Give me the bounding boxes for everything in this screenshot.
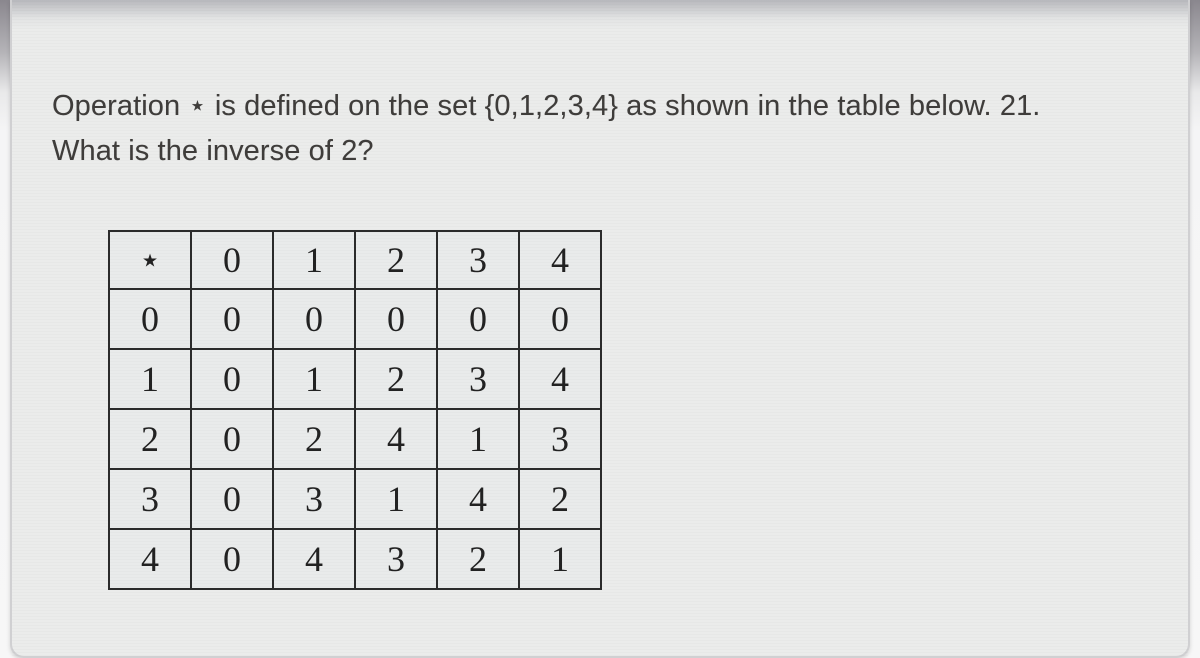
cell: 3 <box>355 529 437 589</box>
cell: 0 <box>273 289 355 349</box>
col-header: 0 <box>191 231 273 289</box>
row-header: 1 <box>109 349 191 409</box>
row-header: 4 <box>109 529 191 589</box>
table-header-row: ⋆ 0 1 2 3 4 <box>109 231 601 289</box>
table-row: 1 0 1 2 3 4 <box>109 349 601 409</box>
operation-symbol-cell: ⋆ <box>109 231 191 289</box>
row-header: 0 <box>109 289 191 349</box>
col-header: 4 <box>519 231 601 289</box>
table-row: 4 0 4 3 2 1 <box>109 529 601 589</box>
table-row: 0 0 0 0 0 0 <box>109 289 601 349</box>
cell: 4 <box>519 349 601 409</box>
cell: 4 <box>273 529 355 589</box>
cell: 0 <box>191 349 273 409</box>
cell: 1 <box>273 349 355 409</box>
cell: 0 <box>519 289 601 349</box>
question-line-2: What is the inverse of 2? <box>52 135 374 167</box>
cell: 0 <box>191 469 273 529</box>
cell: 3 <box>519 409 601 469</box>
col-header: 1 <box>273 231 355 289</box>
cell: 0 <box>191 529 273 589</box>
cell: 4 <box>437 469 519 529</box>
cell: 2 <box>355 349 437 409</box>
question-card: Operation ⋆ is defined on the set {0,1,2… <box>10 0 1190 658</box>
row-header: 3 <box>109 469 191 529</box>
table-row: 3 0 3 1 4 2 <box>109 469 601 529</box>
cell: 0 <box>191 409 273 469</box>
question-line-1: Operation ⋆ is defined on the set {0,1,2… <box>52 90 1040 122</box>
cell: 1 <box>437 409 519 469</box>
cell: 0 <box>437 289 519 349</box>
cell: 2 <box>519 469 601 529</box>
cell: 0 <box>191 289 273 349</box>
question-text: Operation ⋆ is defined on the set {0,1,2… <box>52 84 1148 174</box>
row-header: 2 <box>109 409 191 469</box>
cell: 3 <box>273 469 355 529</box>
cell: 1 <box>519 529 601 589</box>
cell: 2 <box>273 409 355 469</box>
col-header: 3 <box>437 231 519 289</box>
table-row: 2 0 2 4 1 3 <box>109 409 601 469</box>
cell: 0 <box>355 289 437 349</box>
operation-table-wrap: ⋆ 0 1 2 3 4 0 0 0 0 0 0 1 0 1 2 3 4 <box>108 230 1188 590</box>
col-header: 2 <box>355 231 437 289</box>
cell: 1 <box>355 469 437 529</box>
operation-table: ⋆ 0 1 2 3 4 0 0 0 0 0 0 1 0 1 2 3 4 <box>108 230 602 590</box>
cell: 4 <box>355 409 437 469</box>
cell: 2 <box>437 529 519 589</box>
cell: 3 <box>437 349 519 409</box>
